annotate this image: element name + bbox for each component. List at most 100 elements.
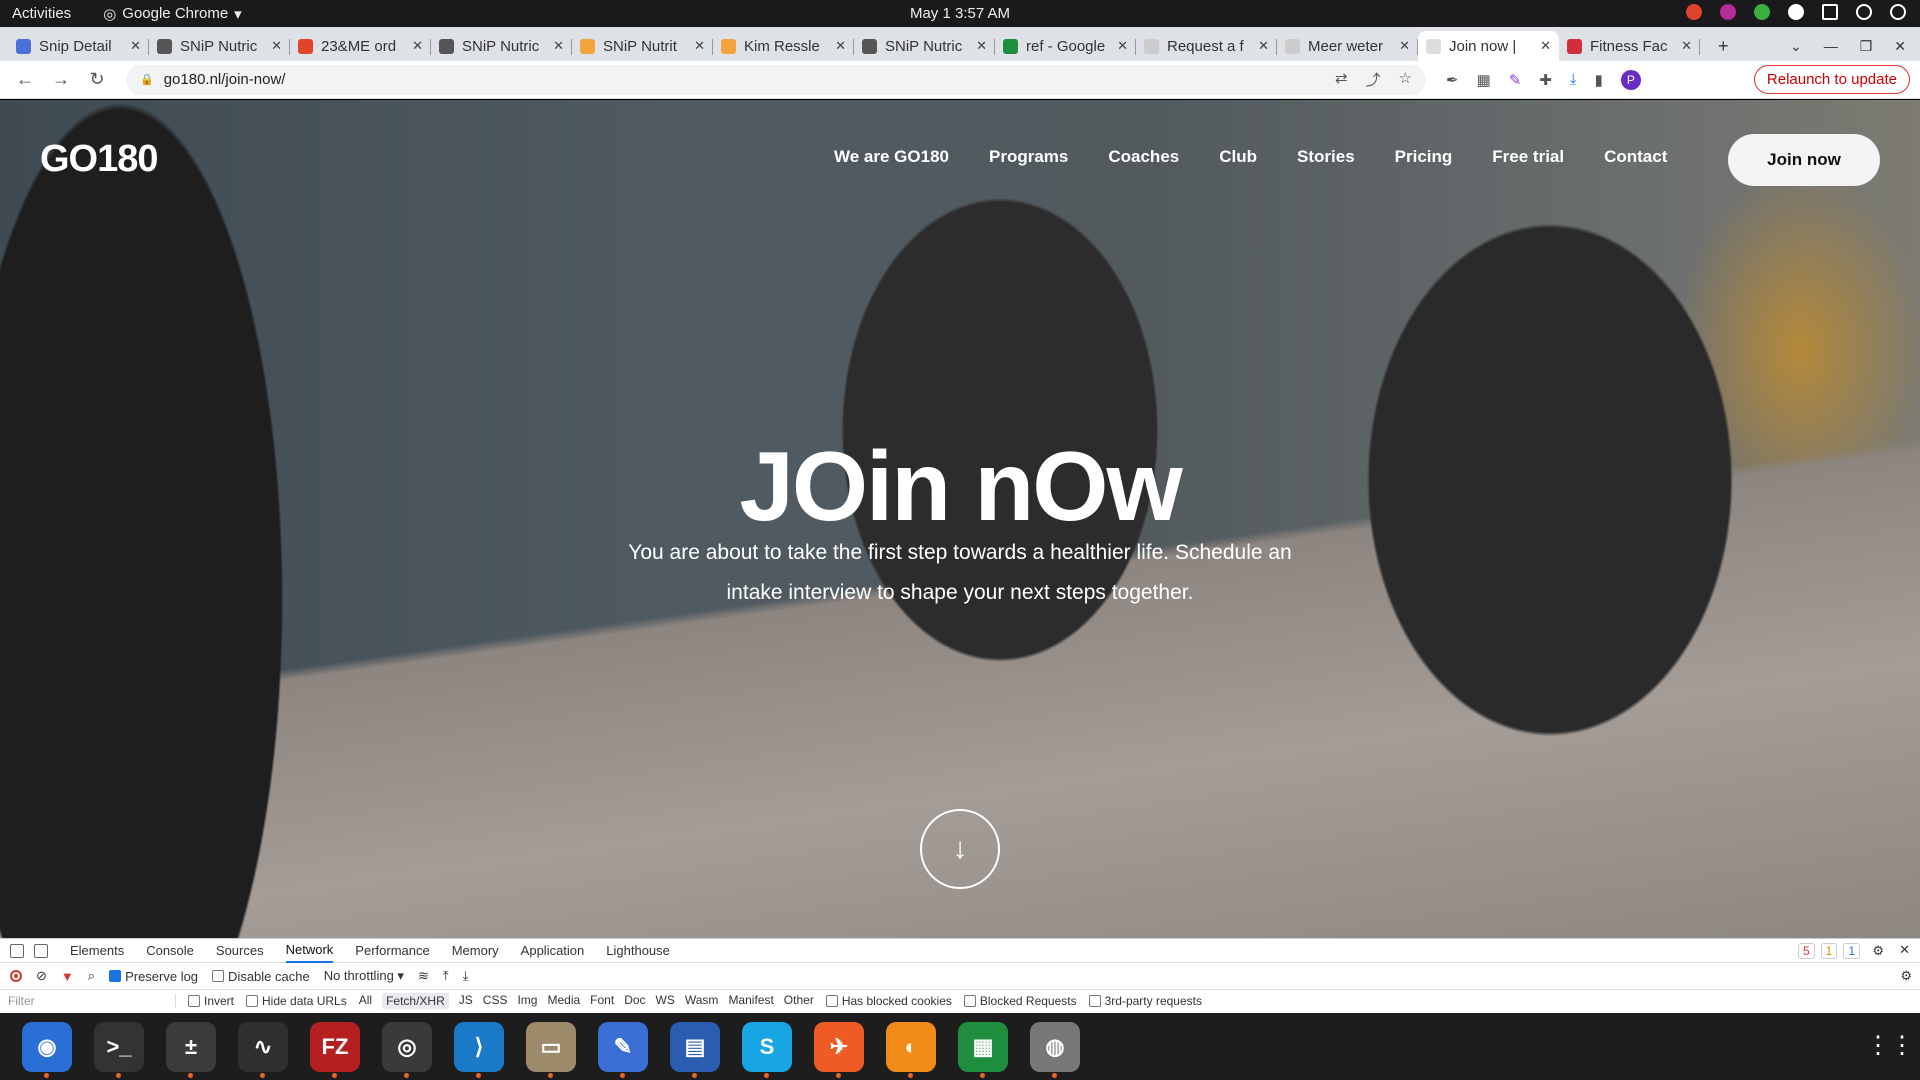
devtools-tab[interactable]: Lighthouse [606,939,670,963]
pen-extension-icon[interactable]: ✎ [1509,71,1522,89]
filter-input[interactable]: Filter [8,994,176,1008]
network-conditions-icon[interactable]: ≋ [418,968,429,984]
type-filter-button[interactable]: JS [459,993,473,1009]
system-monitor-icon[interactable]: ∿ [238,1021,288,1078]
invert-checkbox[interactable]: Invert [188,994,234,1008]
type-filter-button[interactable]: All [359,993,372,1009]
tab-close-icon[interactable]: ✕ [1258,38,1269,54]
tab-close-icon[interactable]: ✕ [835,38,846,54]
warning-count[interactable]: 1 [1820,943,1838,959]
clear-icon[interactable]: ⊘ [36,968,47,984]
devtools-tab[interactable]: Network [285,939,334,963]
tab-close-icon[interactable]: ✕ [1681,38,1692,54]
profile-avatar[interactable]: P [1620,69,1641,90]
checkbox-icon[interactable] [246,995,259,1007]
third-party-checkbox[interactable]: 3rd-party requests [1088,994,1202,1008]
checkbox-icon[interactable] [212,970,225,982]
activities-button[interactable]: Activities [12,5,71,22]
show-apps-grid-icon[interactable]: ⋮⋮⋮ [1866,1031,1920,1063]
text-editor-icon[interactable]: ✎ [598,1021,648,1078]
calculator-icon[interactable]: ± [166,1021,216,1078]
inspect-element-icon[interactable] [10,943,24,958]
browser-tab[interactable]: Fitness Fac ✕ [1559,31,1700,61]
blocked-requests-checkbox[interactable]: Blocked Requests [963,994,1077,1008]
tab-close-icon[interactable]: ✕ [1540,38,1551,54]
blocked-cookies-checkbox[interactable]: Has blocked cookies [825,994,952,1008]
browser-tab[interactable]: SNiP Nutrit ✕ [572,31,713,61]
tab-search-icon[interactable]: ⌄ [1790,38,1802,55]
tab-close-icon[interactable]: ✕ [553,38,564,54]
throttling-select[interactable]: No throttling ▾ [324,968,404,984]
type-filter-button[interactable]: Fetch/XHR [382,993,449,1009]
close-window-icon[interactable]: ✕ [1894,38,1906,55]
firefox-dev-icon[interactable]: ◐ [886,1021,936,1078]
browser-tab[interactable]: Meer weter ✕ [1277,31,1418,61]
relaunch-to-update-button[interactable]: Relaunch to update [1753,65,1910,94]
type-filter-button[interactable]: WS [656,993,675,1009]
browser-tab[interactable]: SNiP Nutric ✕ [431,31,572,61]
browser-tab[interactable]: Request a f ✕ [1136,31,1277,61]
skype-icon[interactable]: S [742,1021,792,1078]
address-bar[interactable]: 🔒 go180.nl/join-now/ ⇄ ⤴ ☆ [126,64,1426,95]
error-count[interactable]: 5 [1797,943,1815,959]
side-panel-icon[interactable]: ▮ [1595,71,1603,89]
tab-close-icon[interactable]: ✕ [1117,38,1128,54]
minimize-icon[interactable]: — [1824,38,1838,54]
tab-close-icon[interactable]: ✕ [976,38,987,54]
translate-icon[interactable]: ⇄ [1335,69,1348,90]
type-filter-button[interactable]: Other [784,993,814,1009]
new-tab-button[interactable]: + [1718,36,1729,57]
devtools-tab[interactable]: Application [521,939,585,963]
devtools-tab[interactable]: Console [146,939,194,963]
document-viewer-icon[interactable]: ▤ [670,1021,720,1078]
import-har-icon[interactable]: ⤒ [443,968,449,984]
spreadsheet-icon[interactable]: ▦ [958,1021,1008,1078]
filezilla-icon[interactable]: FZ [310,1021,360,1078]
download-icon[interactable]: ⤓ [1570,71,1577,88]
clock[interactable]: May 1 3:57 AM [910,5,1010,22]
reload-icon[interactable]: ↻ [86,69,108,90]
power-icon[interactable] [1890,4,1906,20]
checkbox-icon[interactable] [188,995,200,1007]
checkbox-checked-icon[interactable] [109,970,122,982]
browser-tab[interactable]: 23&ME ord ✕ [290,31,431,61]
checkbox-icon[interactable] [825,995,838,1007]
browser-tab[interactable]: SNiP Nutric ✕ [149,31,290,61]
browser-tab[interactable]: ref - Google ✕ [995,31,1136,61]
terminal-icon[interactable]: >_ [94,1021,144,1078]
share-icon[interactable]: ⤴ [1366,69,1381,90]
url-text[interactable]: go180.nl/join-now/ [164,71,286,88]
calendar-extension-icon[interactable]: ▦ [1477,71,1491,89]
device-toggle-icon[interactable] [34,943,48,958]
filter-funnel-icon[interactable]: ▼ [61,969,74,984]
tab-close-icon[interactable]: ✕ [694,38,705,54]
check-tray-icon[interactable] [1754,4,1770,20]
volume-icon[interactable] [1856,4,1872,20]
tab-close-icon[interactable]: ✕ [412,38,423,54]
type-filter-button[interactable]: Font [590,993,614,1009]
devtools-close-icon[interactable]: ✕ [1899,942,1910,958]
browser-tab[interactable]: Join now | ✕ [1418,31,1559,61]
preserve-log-checkbox[interactable]: Preserve log [109,969,198,984]
devtools-tab[interactable]: Elements [70,939,124,963]
record-icon[interactable] [10,970,22,982]
nav-link[interactable]: Club [1219,147,1257,167]
browser-tab[interactable]: Kim Ressle ✕ [713,31,854,61]
devtools-tab[interactable]: Sources [216,939,264,963]
checkbox-icon[interactable] [1088,995,1101,1007]
disable-cache-checkbox[interactable]: Disable cache [212,969,310,984]
browser-tab[interactable]: Snip Detail ✕ [8,31,149,61]
devtools-tab[interactable]: Performance [355,939,429,963]
type-filter-button[interactable]: Img [517,993,537,1009]
go180-logo[interactable]: GO180 [40,138,159,181]
nav-link[interactable]: Coaches [1108,147,1179,167]
checkbox-icon[interactable] [963,995,976,1007]
tab-close-icon[interactable]: ✕ [271,38,282,54]
scroll-down-icon[interactable]: ↓ [920,809,1000,889]
thunderbird-icon[interactable]: ◉ [22,1021,72,1078]
browser-tab[interactable]: SNiP Nutric ✕ [854,31,995,61]
network-icon[interactable] [1822,4,1838,20]
forward-icon[interactable]: → [50,69,72,90]
tray-tool-icon[interactable] [1788,4,1804,20]
chrome-tray-icon[interactable] [1686,4,1702,20]
